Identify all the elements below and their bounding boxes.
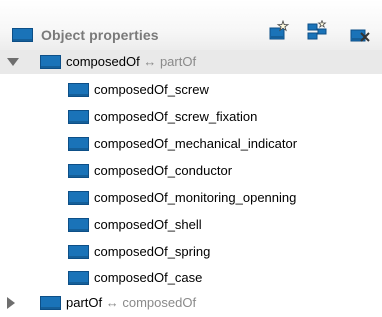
panel-title: Object properties bbox=[12, 26, 159, 44]
add-subproperty-icon[interactable] bbox=[268, 20, 290, 42]
tree-node[interactable]: composedOf_monitoring_openning bbox=[0, 186, 382, 210]
object-properties-panel: Object properties composedOf ↔ partOf co… bbox=[0, 0, 382, 317]
property-name: partOf bbox=[66, 295, 103, 310]
inverse-property-name: composedOf bbox=[122, 295, 197, 310]
tree-node-label: partOf ↔ composedOf bbox=[66, 295, 196, 310]
tree-node-label: composedOf_conductor bbox=[94, 163, 233, 178]
inverse-property-name: partOf bbox=[159, 54, 197, 69]
tree-node[interactable]: composedOf_shell bbox=[0, 213, 382, 237]
object-property-icon bbox=[12, 28, 33, 42]
expand-collapse-arrow-icon[interactable] bbox=[7, 297, 15, 309]
object-property-icon bbox=[68, 271, 89, 285]
object-property-icon bbox=[68, 164, 89, 178]
tree-node-label: composedOf_shell bbox=[94, 217, 202, 232]
tree-node[interactable]: composedOf_mechanical_indicator bbox=[0, 132, 382, 156]
tree-node[interactable]: composedOf_case bbox=[0, 266, 382, 290]
tree-node[interactable]: composedOf_spring bbox=[0, 240, 382, 264]
tree-node-label: composedOf ↔ partOf bbox=[66, 54, 196, 69]
add-sibling-property-icon[interactable] bbox=[306, 20, 328, 42]
delete-property-icon[interactable] bbox=[348, 24, 382, 46]
tree-node-label: composedOf_screw bbox=[94, 82, 209, 97]
object-property-icon bbox=[40, 55, 61, 69]
object-property-icon bbox=[68, 83, 89, 97]
tree-node[interactable]: composedOf_screw_fixation bbox=[0, 105, 382, 129]
panel-title-text: Object properties bbox=[41, 27, 159, 43]
toolbar bbox=[262, 18, 382, 52]
tree-node-label: composedOf_spring bbox=[94, 244, 211, 259]
property-name: composedOf bbox=[66, 54, 140, 69]
expand-collapse-arrow-icon[interactable] bbox=[7, 58, 19, 66]
object-property-icon bbox=[68, 137, 89, 151]
object-property-icon bbox=[40, 296, 61, 310]
tree-node-label: composedOf_screw_fixation bbox=[94, 109, 258, 124]
inverse-arrow: ↔ bbox=[105, 295, 119, 310]
panel-header: Object properties bbox=[0, 0, 382, 52]
object-property-icon bbox=[68, 191, 89, 205]
object-property-icon bbox=[68, 110, 89, 124]
tree-node[interactable]: composedOf_conductor bbox=[0, 159, 382, 183]
tree-node-label: composedOf_case bbox=[94, 270, 203, 285]
inverse-arrow: ↔ bbox=[143, 54, 157, 69]
tree-node-composedof[interactable]: composedOf ↔ partOf bbox=[0, 50, 382, 74]
object-property-icon bbox=[68, 245, 89, 259]
object-property-icon bbox=[68, 218, 89, 232]
tree-node-label: composedOf_monitoring_openning bbox=[94, 190, 297, 205]
tree-node-label: composedOf_mechanical_indicator bbox=[94, 136, 298, 151]
tree-node[interactable]: composedOf_screw bbox=[0, 78, 382, 102]
tree-node-partof[interactable]: partOf ↔ composedOf bbox=[0, 291, 382, 315]
